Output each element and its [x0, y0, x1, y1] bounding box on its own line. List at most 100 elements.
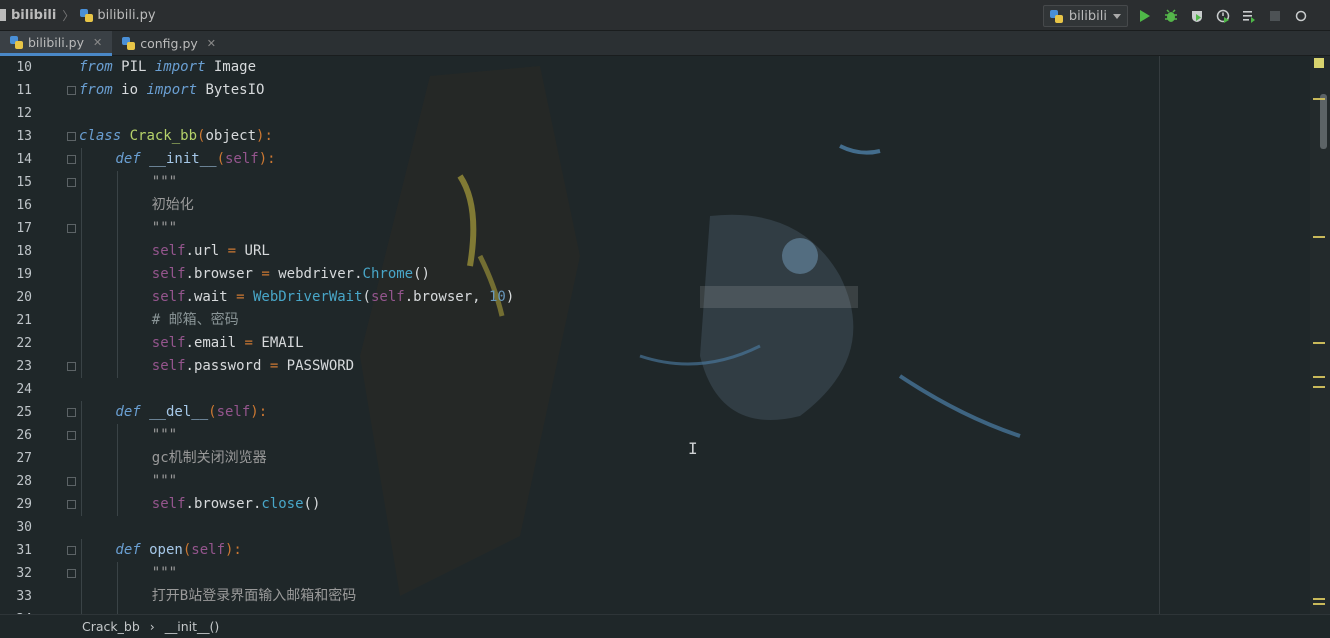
fold-marker-icon[interactable]	[67, 500, 76, 509]
indent-guide	[81, 217, 82, 240]
tab-bilibili-py[interactable]: bilibili.py ✕	[0, 31, 113, 56]
code-token: WebDriverWait	[252, 289, 363, 305]
fold-marker-icon[interactable]	[67, 408, 76, 417]
fold-marker-icon[interactable]	[67, 362, 76, 371]
indent-guide	[81, 585, 82, 608]
code-line[interactable]: def __del__(self):	[115, 401, 267, 424]
indent-guide	[117, 493, 119, 516]
code-token: .browser	[185, 266, 262, 282]
fold-marker-icon[interactable]	[67, 546, 76, 555]
run-configuration-select[interactable]: bilibili	[1042, 5, 1128, 27]
code-token: """	[151, 174, 178, 190]
code-line[interactable]: self.browser = webdriver.Chrome()	[152, 263, 430, 286]
warning-marker[interactable]	[1313, 98, 1325, 100]
code-line[interactable]: self.password = PASSWORD	[152, 355, 354, 378]
warning-marker[interactable]	[1313, 598, 1325, 600]
breadcrumb-class[interactable]: Crack_bb	[82, 619, 140, 634]
inspection-status-icon[interactable]	[1314, 58, 1324, 68]
code-token: def	[115, 151, 141, 167]
breadcrumb-method[interactable]: __init__()	[165, 619, 220, 634]
code-line[interactable]: 初始化	[152, 194, 194, 217]
code-token: from	[79, 82, 113, 98]
fold-marker-icon[interactable]	[67, 132, 76, 141]
stop-button[interactable]	[1266, 7, 1284, 25]
indent-guide	[117, 447, 119, 470]
code-token: ):	[258, 151, 276, 167]
code-line[interactable]: 打开B站登录界面输入邮箱和密码	[152, 585, 356, 608]
search-everywhere-button[interactable]	[1292, 7, 1310, 25]
code-line[interactable]: """	[152, 217, 177, 240]
code-editor[interactable]: 10 11 12 13 14 15 16 17 18 19 20 21 22 23 24 25 26 27 28 29…	[0, 56, 1310, 614]
warning-marker[interactable]	[1313, 386, 1325, 388]
indent-guide	[81, 194, 82, 217]
close-icon[interactable]: ✕	[93, 36, 102, 49]
line-number-gutter[interactable]: 10 11 12 13 14 15 16 17 18 19 20 21 22 23 24 25 26 27 28 29…	[0, 56, 76, 614]
fold-marker-icon[interactable]	[67, 178, 76, 187]
run-list-button[interactable]	[1240, 7, 1258, 25]
line-number: 27	[16, 451, 32, 466]
code-line[interactable]: gc机制关闭浏览器	[152, 447, 267, 470]
code-line[interactable]: """	[152, 470, 177, 493]
code-token: 初始化	[151, 197, 194, 213]
fold-marker-icon[interactable]	[67, 155, 76, 164]
code-token: open	[149, 542, 183, 558]
code-line[interactable]: """	[152, 562, 177, 585]
run-button[interactable]	[1136, 7, 1154, 25]
code-line[interactable]: def __init__(self):	[115, 148, 275, 171]
vertical-scrollbar-thumb[interactable]	[1320, 94, 1327, 149]
code-line[interactable]: from PIL import Image	[79, 56, 256, 79]
fold-marker-icon[interactable]	[67, 477, 76, 486]
line-number: 10	[16, 60, 32, 75]
warning-marker[interactable]	[1313, 603, 1325, 605]
editor-tab-bar: bilibili.py ✕ config.py ✕	[0, 31, 1330, 56]
run-with-coverage-button[interactable]	[1188, 7, 1206, 25]
code-line[interactable]: self.url = URL	[152, 240, 270, 263]
debug-button[interactable]	[1162, 7, 1180, 25]
code-line[interactable]: self.browser.close()	[152, 493, 321, 516]
code-line[interactable]: def open(self):	[115, 539, 241, 562]
line-number: 31	[16, 543, 32, 558]
tab-config-py[interactable]: config.py ✕	[112, 31, 226, 56]
code-line[interactable]: self.email = EMAIL	[152, 332, 304, 355]
nav-project-name[interactable]: bilibili	[9, 8, 56, 23]
profile-button[interactable]	[1214, 7, 1232, 25]
warning-marker[interactable]	[1313, 236, 1325, 238]
chevron-down-icon	[1113, 13, 1121, 19]
code-line[interactable]: # 邮箱、密码	[152, 309, 239, 332]
fold-marker-icon[interactable]	[67, 569, 76, 578]
indent-guide	[81, 470, 82, 493]
code-line[interactable]: """	[152, 171, 177, 194]
code-line[interactable]: self.wait = WebDriverWait(self.browser, …	[152, 286, 515, 309]
indent-guide	[81, 286, 82, 309]
code-line[interactable]: class Crack_bb(object):	[79, 125, 273, 148]
code-line[interactable]: from io import BytesIO	[79, 79, 264, 102]
tab-label: config.py	[140, 36, 198, 51]
fold-marker-icon[interactable]	[67, 224, 76, 233]
code-token: Chrome	[362, 266, 414, 282]
code-line[interactable]: """	[152, 424, 177, 447]
line-number: 29	[16, 497, 32, 512]
code-token: (	[362, 289, 371, 305]
warning-marker[interactable]	[1313, 342, 1325, 344]
run-list-icon	[1243, 11, 1255, 23]
code-token: (	[216, 151, 225, 167]
nav-file[interactable]: bilibili.py	[80, 8, 156, 23]
code-token: io	[112, 82, 147, 98]
code-token: def	[115, 542, 141, 558]
fold-marker-icon[interactable]	[67, 86, 76, 95]
error-stripe[interactable]	[1310, 56, 1330, 614]
code-token: __del__	[149, 404, 209, 420]
python-file-icon	[1049, 9, 1063, 23]
warning-marker[interactable]	[1313, 376, 1325, 378]
line-number: 13	[16, 129, 32, 144]
fold-marker-icon[interactable]	[67, 431, 76, 440]
python-file-icon	[122, 37, 136, 50]
coverage-icon	[1192, 11, 1202, 22]
close-icon[interactable]: ✕	[207, 37, 216, 50]
code-token: gc机制关闭浏览器	[151, 450, 267, 466]
line-number: 11	[16, 83, 32, 98]
